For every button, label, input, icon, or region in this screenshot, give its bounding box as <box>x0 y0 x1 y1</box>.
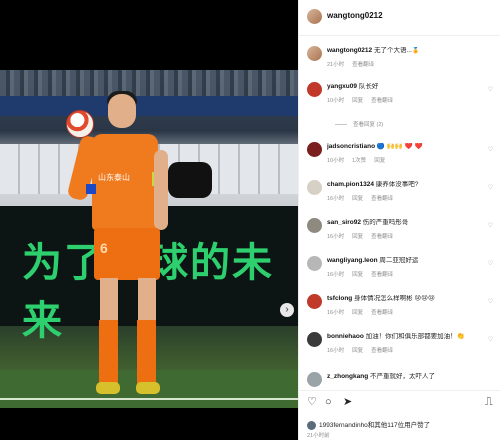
comment-time: 10小时 <box>327 98 345 104</box>
comment-time: 16小时 <box>327 348 345 354</box>
post-action-bar: ♡ ○ ➤ ⎍ <box>299 390 500 414</box>
player-head <box>108 94 136 128</box>
translate-link[interactable]: 查看翻译 <box>371 196 393 202</box>
comment-time: 16小时 <box>327 196 345 202</box>
comment-time: 16小时 <box>327 272 345 278</box>
comment-user[interactable]: z_zhongkang <box>327 373 368 380</box>
share-icon[interactable]: ➤ <box>343 396 352 408</box>
reply-link[interactable]: 回复 <box>352 98 363 104</box>
avatar[interactable] <box>307 294 322 309</box>
comment-user[interactable]: wangliyang.leon <box>327 257 378 264</box>
translate-link[interactable]: 查看翻译 <box>371 98 393 104</box>
stadium-stands <box>0 70 298 96</box>
avatar <box>307 420 316 430</box>
post-author[interactable]: wangtong0212 <box>327 11 383 20</box>
comment-time: 16小时 <box>327 234 345 240</box>
comment-item: san_siro92 伤的严重吗彤哥 16小时 回复 查看翻译 ♡ <box>299 216 500 256</box>
comment-item: wangtong0212 无了个大语...🏅 21小时 查看翻译 <box>299 44 500 84</box>
likes-summary[interactable]: 1993fernandinho和其他117位用户赞了 <box>307 419 430 430</box>
comment-text: 身体情况怎么样啊彬 😢😢😢 <box>354 295 435 302</box>
view-replies-link[interactable]: 查看回复 (2) <box>335 120 383 128</box>
avatar[interactable] <box>307 46 322 61</box>
shorts-number: 6 <box>100 240 108 256</box>
comment-text: 不严重就好，太吓人了 <box>369 373 435 380</box>
jersey-text: 山东泰山 <box>98 173 130 182</box>
comment-icon[interactable]: ○ <box>325 396 332 408</box>
avatar[interactable] <box>307 332 322 347</box>
comment-text: 队长好 <box>358 83 379 90</box>
heart-icon[interactable]: ♡ <box>488 260 493 267</box>
comment-text: 加油！你们和俱乐部都要加油！👏 <box>365 333 465 340</box>
comment-user[interactable]: tsfclong <box>327 295 352 302</box>
reply-link[interactable]: 回复 <box>352 310 363 316</box>
player-right-boot <box>136 382 160 394</box>
comments-panel: wangtong0212 wangtong0212 无了个大语...🏅 21小时… <box>298 0 500 440</box>
comment-user[interactable]: cham.pion1324 <box>327 181 374 188</box>
avatar[interactable] <box>307 256 322 271</box>
comment-item: yangxu09 队长好 10小时 回复 查看翻译 ♡ <box>299 80 500 120</box>
comment-user[interactable]: jadsoncristiano <box>327 143 375 150</box>
comment-text: 🔵 🙌🙌 ❤️ ❤️ <box>376 143 423 150</box>
reply-link[interactable]: 回复 <box>352 272 363 278</box>
player-right-sock <box>137 320 156 384</box>
avatar[interactable] <box>307 142 322 157</box>
comment-item: tsfclong 身体情况怎么样啊彬 😢😢😢 16小时 回复 查看翻译 ♡ <box>299 292 500 332</box>
comment-user[interactable]: san_siro92 <box>327 219 361 226</box>
comment-text: 康养体没事吧? <box>375 181 419 188</box>
comment-time: 10小时 <box>327 158 345 164</box>
likes-text[interactable]: 1993fernandinho和其他117位用户赞了 <box>319 422 430 429</box>
heart-icon[interactable]: ♡ <box>488 184 493 191</box>
avatar[interactable] <box>307 9 322 24</box>
avatar[interactable] <box>307 372 322 387</box>
translate-link[interactable]: 查看翻译 <box>371 234 393 240</box>
chevron-right-icon[interactable]: › <box>280 303 294 317</box>
reply-link[interactable]: 回复 <box>374 158 385 164</box>
reply-link[interactable]: 回复 <box>352 234 363 240</box>
comment-text: 伤的严重吗彤哥 <box>362 219 409 226</box>
translate-link[interactable]: 查看翻译 <box>371 272 393 278</box>
bookmark-icon[interactable]: ⎍ <box>485 396 493 408</box>
comment-user[interactable]: yangxu09 <box>327 83 357 90</box>
heart-icon[interactable]: ♡ <box>488 222 493 229</box>
post-photo[interactable]: 为了足球的未来 山东泰山 6 › <box>0 70 298 408</box>
player-left-sock <box>99 320 118 384</box>
translate-link[interactable]: 查看翻译 <box>371 348 393 354</box>
comment-time: 16小时 <box>327 310 345 316</box>
comment-item: cham.pion1324 康养体没事吧? 16小时 回复 查看翻译 ♡ <box>299 178 500 218</box>
comment-text: 无了个大语...🏅 <box>373 47 420 54</box>
heart-icon[interactable]: ♡ <box>488 336 493 343</box>
armband <box>86 184 96 194</box>
comment-time: 21小时 <box>327 62 345 68</box>
comment-user[interactable]: wangtong0212 <box>327 47 372 54</box>
comment-user[interactable]: bonniehaoo <box>327 333 364 340</box>
translate-link[interactable]: 查看翻译 <box>371 310 393 316</box>
reply-link[interactable]: 回复 <box>352 348 363 354</box>
avatar[interactable] <box>307 82 322 97</box>
heart-icon[interactable]: ♡ <box>488 146 493 153</box>
player-right-arm <box>154 150 168 230</box>
comment-item: wangliyang.leon 周二亚冠好运 16小时 回复 查看翻译 ♡ <box>299 254 500 294</box>
heart-icon[interactable]: ♡ <box>307 396 317 408</box>
comment-text: 周二亚冠好运 <box>379 257 419 264</box>
avatar[interactable] <box>307 218 322 233</box>
comment-item: jadsoncristiano 🔵 🙌🙌 ❤️ ❤️ 10小时 1次赞 回复 ♡ <box>299 140 500 180</box>
football <box>66 110 94 138</box>
heart-icon[interactable]: ♡ <box>488 298 493 305</box>
heart-icon[interactable]: ♡ <box>488 86 493 93</box>
translate-link[interactable]: 查看翻译 <box>352 62 374 68</box>
comment-item: bonniehaoo 加油！你们和俱乐部都要加油！👏 16小时 回复 查看翻译 ♡ <box>299 330 500 370</box>
avatar[interactable] <box>307 180 322 195</box>
like-count[interactable]: 1次赞 <box>352 158 366 164</box>
reply-link[interactable]: 回复 <box>352 196 363 202</box>
player-figure: 山东泰山 6 <box>62 91 192 408</box>
media-panel: 为了足球的未来 山东泰山 6 › <box>0 0 298 440</box>
post-timestamp: 21小时前 <box>307 433 330 439</box>
post-header: wangtong0212 <box>299 0 500 36</box>
player-left-boot <box>96 382 120 394</box>
